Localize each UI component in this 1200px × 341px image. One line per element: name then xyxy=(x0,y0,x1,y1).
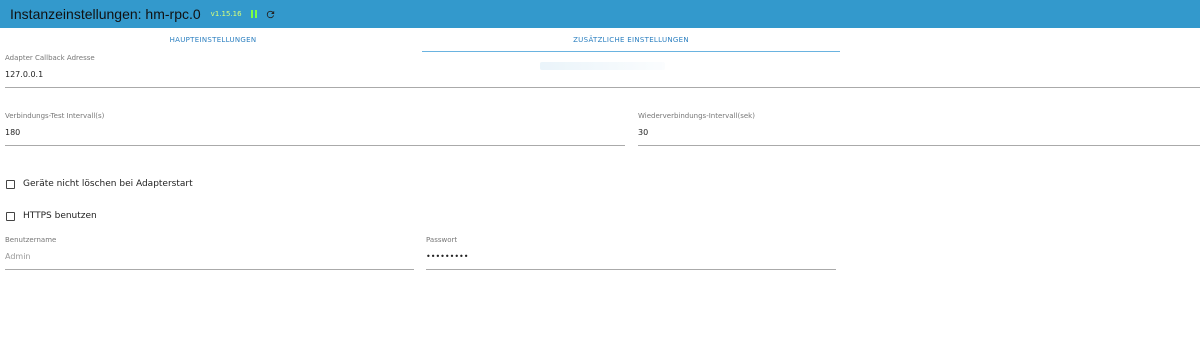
reconnect-interval-input[interactable]: 30 xyxy=(638,128,648,137)
test-interval-field[interactable]: Verbindungs-Test Intervall(s) 180 xyxy=(5,112,625,146)
test-interval-input[interactable]: 180 xyxy=(5,128,20,137)
use-https-checkbox[interactable] xyxy=(6,211,15,221)
title-bar: Instanzeinstellungen: hm-rpc.0 v1.15.16 xyxy=(0,0,1200,28)
reconnect-interval-underline xyxy=(638,145,1200,146)
password-underline xyxy=(426,269,836,270)
tab-bar: HAUPTEINSTELLUNGEN ZUSÄTZLICHE EINSTELLU… xyxy=(0,28,1200,53)
pause-icon[interactable] xyxy=(250,9,259,19)
callback-address-input[interactable]: 127.0.0.1 xyxy=(5,70,43,79)
username-field[interactable]: Benutzername Admin xyxy=(5,236,414,270)
tab-additional-settings[interactable]: ZUSÄTZLICHE EINSTELLUNGEN xyxy=(422,28,840,52)
use-https-label: HTTPS benutzen xyxy=(23,211,97,221)
username-input[interactable]: Admin xyxy=(5,252,31,261)
version-label: v1.15.16 xyxy=(210,10,242,18)
callback-address-field[interactable]: Adapter Callback Adresse 127.0.0.1 xyxy=(5,54,1200,88)
checkbox-keep-devices[interactable]: Geräte nicht löschen bei Adapterstart xyxy=(6,179,193,189)
tab-main-settings[interactable]: HAUPTEINSTELLUNGEN xyxy=(4,28,422,52)
reload-icon[interactable] xyxy=(265,8,277,20)
reload-glyph xyxy=(266,10,275,18)
checkbox-use-https[interactable]: HTTPS benutzen xyxy=(6,211,97,221)
password-label: Passwort xyxy=(426,236,458,244)
username-underline xyxy=(5,269,414,270)
keep-devices-checkbox[interactable] xyxy=(6,179,15,189)
test-interval-underline xyxy=(5,145,625,146)
password-input[interactable]: ••••••••• xyxy=(426,252,468,261)
keep-devices-label: Geräte nicht löschen bei Adapterstart xyxy=(23,179,193,189)
callback-address-underline xyxy=(5,87,1200,88)
password-field[interactable]: Passwort ••••••••• xyxy=(426,236,836,270)
reconnect-interval-label: Wiederverbindungs-Intervall(sek) xyxy=(638,112,755,120)
test-interval-label: Verbindungs-Test Intervall(s) xyxy=(5,112,105,120)
callback-address-label: Adapter Callback Adresse xyxy=(5,54,95,62)
active-tab-indicator xyxy=(422,51,840,52)
reconnect-interval-field[interactable]: Wiederverbindungs-Intervall(sek) 30 xyxy=(638,112,1200,146)
page-title: Instanzeinstellungen: hm-rpc.0 xyxy=(10,6,201,22)
username-label: Benutzername xyxy=(5,236,57,244)
